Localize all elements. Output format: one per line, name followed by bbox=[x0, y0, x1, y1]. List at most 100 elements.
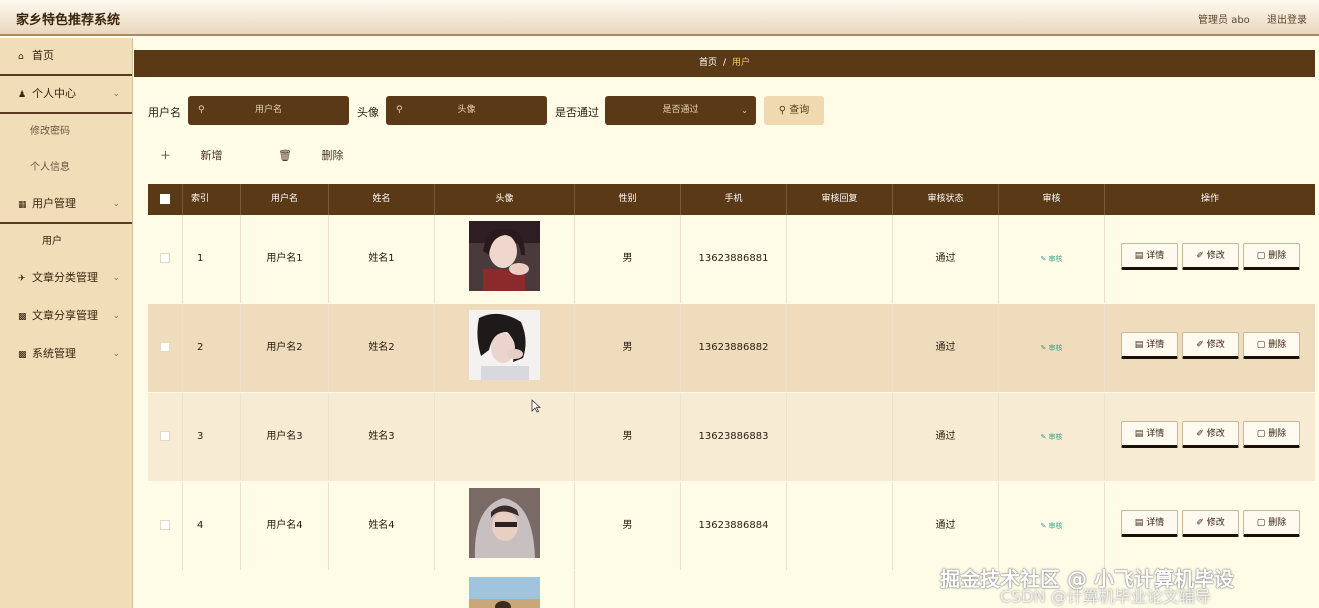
cell-name: 姓名2 bbox=[329, 304, 435, 392]
cell-operations: ▤ 详情 ✐ 修改 ▢ 删除 bbox=[1105, 304, 1315, 392]
avatar-image bbox=[469, 577, 540, 608]
sidebar-item-system-management[interactable]: ▩ 系统管理 ⌄ bbox=[0, 336, 132, 374]
cell-operations: ▤ 详情 ✐ 修改 ▢ 删除 bbox=[1105, 393, 1315, 481]
edit-button[interactable]: ✐ 修改 bbox=[1182, 332, 1239, 359]
chevron-down-icon: ⌄ bbox=[112, 199, 120, 209]
cell-audit-status: 通过 bbox=[893, 393, 999, 481]
audit-button-label: 审核 bbox=[1048, 522, 1063, 530]
detail-icon: ▤ bbox=[1134, 429, 1144, 439]
delete-button[interactable]: 🗑 删除 bbox=[278, 149, 369, 162]
sidebar-subitem-change-password[interactable]: 修改密码 bbox=[0, 114, 132, 150]
sidebar-item-label: 系统管理 bbox=[32, 347, 76, 360]
cell-index: 2 bbox=[183, 304, 241, 392]
sidebar-item-label: 文章分享管理 bbox=[32, 309, 98, 322]
row-checkbox[interactable] bbox=[160, 253, 170, 263]
delete-row-button[interactable]: ▢ 删除 bbox=[1243, 243, 1300, 270]
detail-button[interactable]: ▤ 详情 bbox=[1121, 421, 1178, 448]
cell-phone: 13623886884 bbox=[681, 482, 787, 570]
sidebar-item-label: 个人中心 bbox=[32, 87, 76, 100]
edit-button-label: 修改 bbox=[1206, 429, 1225, 439]
row-checkbox[interactable] bbox=[160, 342, 170, 352]
audit-button[interactable]: ✎ 审核 bbox=[1040, 255, 1062, 263]
detail-button[interactable]: ▤ 详情 bbox=[1121, 243, 1178, 270]
col-phone: 手机 bbox=[681, 184, 787, 215]
cell-gender: 男 bbox=[575, 215, 681, 303]
row-checkbox[interactable] bbox=[160, 520, 170, 530]
avatar-search-input[interactable]: ⚲ 头像 bbox=[386, 96, 547, 125]
detail-button[interactable]: ▤ 详情 bbox=[1121, 510, 1178, 537]
detail-button-label: 详情 bbox=[1146, 340, 1165, 350]
edit-button[interactable]: ✐ 修改 bbox=[1182, 243, 1239, 270]
col-avatar: 头像 bbox=[435, 184, 575, 215]
row-checkbox-cell bbox=[148, 215, 183, 303]
select-all-checkbox[interactable] bbox=[160, 193, 170, 204]
send-icon: ✈ bbox=[18, 274, 26, 284]
avatar-placeholder: 头像 bbox=[457, 105, 476, 115]
cell-gender: 男 bbox=[575, 393, 681, 481]
sidebar-item-home[interactable]: ⌂ 首页 bbox=[0, 38, 132, 76]
delete-row-button-label: 删除 bbox=[1268, 429, 1287, 439]
trash-icon: ▢ bbox=[1256, 518, 1266, 528]
sidebar-subitem-users[interactable]: 用户 bbox=[0, 224, 132, 260]
delete-row-button[interactable]: ▢ 删除 bbox=[1243, 421, 1300, 448]
chevron-down-icon: ⌄ bbox=[112, 273, 120, 283]
add-button[interactable]: ＋ 新增 bbox=[160, 149, 249, 162]
audit-button[interactable]: ✎ 审核 bbox=[1040, 344, 1062, 352]
col-gender: 性别 bbox=[575, 184, 681, 215]
query-button-label: 查询 bbox=[789, 105, 810, 116]
cell-audit-reply bbox=[787, 304, 893, 392]
edit-button-label: 修改 bbox=[1206, 251, 1225, 261]
logout-link[interactable]: 退出登录 bbox=[1267, 15, 1307, 26]
row-checkbox[interactable] bbox=[160, 431, 170, 441]
detail-button[interactable]: ▤ 详情 bbox=[1121, 332, 1178, 359]
audit-button[interactable]: ✎ 审核 bbox=[1040, 433, 1062, 441]
cell-name: 姓名3 bbox=[329, 393, 435, 481]
cell-index: 3 bbox=[183, 393, 241, 481]
breadcrumb-home[interactable]: 首页 bbox=[699, 58, 717, 68]
sidebar-item-label: 文章分类管理 bbox=[32, 271, 98, 284]
sidebar: ⌂ 首页 ♟ 个人中心 ⌄ 修改密码 个人信息 ▦ 用户管理 ⌄ 用户 ✈ 文章分类管理… bbox=[0, 38, 133, 608]
delete-row-button[interactable]: ▢ 删除 bbox=[1243, 510, 1300, 537]
delete-row-button-label: 删除 bbox=[1268, 340, 1287, 350]
username-search-input[interactable]: ⚲ 用户名 bbox=[188, 96, 349, 125]
edit-icon: ✐ bbox=[1196, 340, 1204, 350]
sidebar-item-article-category[interactable]: ✈ 文章分类管理 ⌄ bbox=[0, 260, 132, 298]
audit-button[interactable]: ✎ 审核 bbox=[1040, 522, 1062, 530]
grid-icon: ▩ bbox=[18, 312, 27, 322]
trash-icon: 🗑 bbox=[278, 149, 292, 162]
passed-select[interactable]: 是否通过 ⌄ bbox=[605, 96, 756, 125]
trash-icon: ▢ bbox=[1256, 251, 1266, 261]
col-audit-status: 审核状态 bbox=[893, 184, 999, 215]
sidebar-item-article-share[interactable]: ▩ 文章分享管理 ⌄ bbox=[0, 298, 132, 336]
edit-button[interactable]: ✐ 修改 bbox=[1182, 421, 1239, 448]
sidebar-subitem-personal-info[interactable]: 个人信息 bbox=[0, 150, 132, 186]
cell-avatar bbox=[435, 215, 575, 303]
avatar-image bbox=[469, 310, 540, 380]
query-button[interactable]: ⚲ 查询 bbox=[764, 96, 824, 125]
cell-audit-status: 通过 bbox=[893, 304, 999, 392]
trash-icon: ▢ bbox=[1256, 340, 1266, 350]
chevron-down-icon: ⌄ bbox=[112, 311, 120, 321]
cell-username: 用户名2 bbox=[241, 304, 329, 392]
edit-button[interactable]: ✐ 修改 bbox=[1182, 510, 1239, 537]
col-name: 姓名 bbox=[329, 184, 435, 215]
chevron-down-icon: ⌄ bbox=[112, 349, 120, 359]
sidebar-item-user-management[interactable]: ▦ 用户管理 ⌄ bbox=[0, 186, 132, 224]
delete-row-button[interactable]: ▢ 删除 bbox=[1243, 332, 1300, 359]
chevron-down-icon: ⌄ bbox=[112, 89, 120, 99]
sidebar-item-personal-center[interactable]: ♟ 个人中心 ⌄ bbox=[0, 76, 132, 114]
select-all-cell bbox=[148, 184, 183, 215]
detail-icon: ▤ bbox=[1134, 251, 1144, 261]
add-button-label: 新增 bbox=[200, 149, 223, 162]
cell-username: 用户名1 bbox=[241, 215, 329, 303]
detail-button-label: 详情 bbox=[1146, 251, 1165, 261]
col-audit-reply: 审核回复 bbox=[787, 184, 893, 215]
search-icon: ⚲ bbox=[198, 105, 205, 115]
search-icon: ⚲ bbox=[396, 105, 403, 115]
username-placeholder: 用户名 bbox=[254, 105, 282, 115]
cell-audit-status: 通过 bbox=[893, 215, 999, 303]
row-checkbox-cell bbox=[148, 393, 183, 481]
detail-icon: ▤ bbox=[1134, 340, 1144, 350]
chevron-down-icon: ⌄ bbox=[741, 106, 748, 115]
grid-icon: ▩ bbox=[18, 350, 27, 360]
